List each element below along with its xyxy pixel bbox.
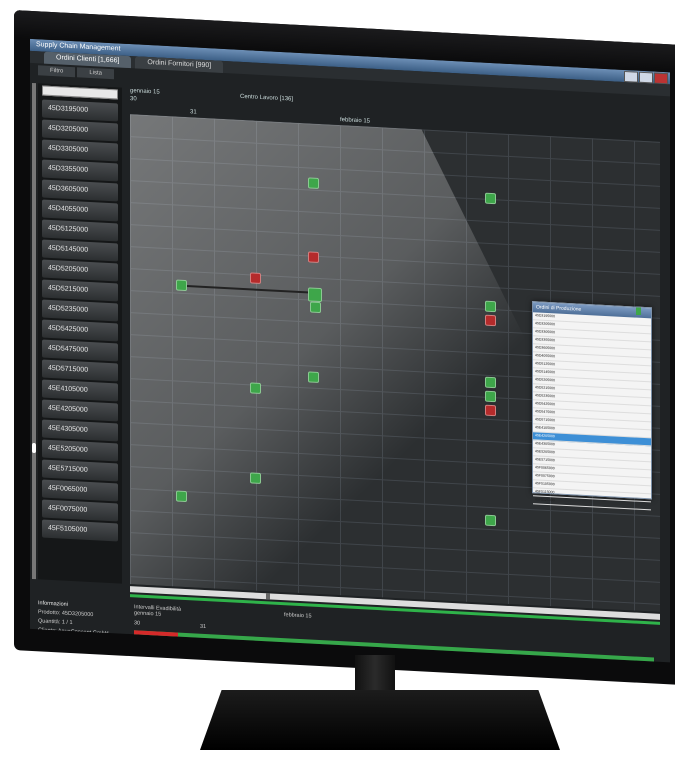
order-marker[interactable]	[485, 314, 496, 327]
maximize-icon[interactable]	[639, 71, 653, 84]
minimize-icon[interactable]	[624, 70, 638, 83]
sidebar-item[interactable]: 45D5425000	[42, 319, 118, 342]
order-marker[interactable]	[308, 287, 322, 303]
orders-popup[interactable]: Ordini di Produzione 45D3195000 45D320500…	[532, 301, 652, 511]
monitor-stand-base	[200, 690, 560, 750]
unavailable-segment	[134, 630, 178, 639]
subtab-filtro[interactable]: Filtro	[38, 65, 76, 78]
order-marker[interactable]	[485, 376, 496, 389]
order-marker[interactable]	[485, 390, 496, 403]
scroll-thumb[interactable]	[266, 593, 270, 600]
monitor-frame: Supply Chain Management Ordini Clienti […	[14, 10, 675, 686]
order-marker[interactable]	[485, 300, 496, 313]
order-marker[interactable]	[485, 514, 496, 527]
order-marker[interactable]	[308, 251, 319, 263]
chart-day-1: 30	[130, 96, 137, 103]
search-input[interactable]	[42, 85, 118, 100]
sidebar-item[interactable]: 45E4105000	[42, 379, 118, 402]
product-list: 45D3195000 45D3205000 45D3305000 45D3355000…	[38, 83, 122, 584]
order-marker[interactable]	[250, 472, 261, 484]
sidebar-item[interactable]: 45D4055000	[42, 199, 118, 222]
sidebar-item[interactable]: 45D5145000	[42, 239, 118, 262]
sidebar-item[interactable]: 45E5715000	[42, 459, 118, 482]
vertical-scrollbar[interactable]	[32, 82, 36, 580]
scroll-thumb[interactable]	[32, 442, 36, 454]
sidebar-item[interactable]: 45D5205000	[42, 259, 118, 282]
order-marker[interactable]	[485, 404, 496, 417]
availability-day-1: 30	[134, 620, 141, 627]
order-marker[interactable]	[308, 371, 319, 383]
availability-first-date: Data Prima Evadibilità: 20/01/2015	[134, 640, 219, 651]
sidebar-item[interactable]: 45D3605000	[42, 179, 118, 202]
sidebar-item[interactable]: 45D5235000	[42, 299, 118, 322]
sidebar-item[interactable]: 45D5475000	[42, 339, 118, 362]
sidebar-item[interactable]: 45E4305000	[42, 419, 118, 442]
chart-month-1: gennaio 15	[130, 88, 160, 96]
chart-center-label: Centro Lavoro [136]	[240, 93, 294, 103]
sidebar-item[interactable]: 45D3195000	[42, 99, 118, 122]
sidebar-item[interactable]: 45D3355000	[42, 159, 118, 182]
info-panel: Informazioni Prodotto: 45D3205000 Quanti…	[38, 599, 128, 658]
order-marker[interactable]	[176, 279, 187, 292]
sidebar-item[interactable]: 45D5715000	[42, 359, 118, 382]
sub-tabs: Filtro Lista	[38, 65, 115, 80]
availability-day-2: 31	[200, 623, 207, 631]
sidebar-item[interactable]: 45F5105000	[42, 519, 118, 542]
sidebar-item[interactable]: 45D3305000	[42, 139, 118, 162]
order-marker[interactable]	[308, 177, 319, 189]
app-window: Supply Chain Management Ordini Clienti […	[30, 38, 670, 663]
sidebar-item[interactable]: 45D3205000	[42, 119, 118, 142]
info-data: Data: 02/02/2015	[38, 636, 81, 645]
info-riga: Riga Ordine: 2015-460-29	[38, 645, 102, 655]
chart-month-2: febbraio 15	[340, 117, 371, 125]
sidebar-item[interactable]: 45D5215000	[42, 279, 118, 302]
order-marker[interactable]	[485, 192, 496, 205]
sidebar-item[interactable]: 45E5205000	[42, 439, 118, 462]
order-marker[interactable]	[250, 382, 261, 394]
chart-day-2: 31	[190, 109, 197, 116]
sidebar-item[interactable]: 45D5125000	[42, 219, 118, 242]
sidebar-item[interactable]: 45E4205000	[42, 399, 118, 422]
subtab-lista[interactable]: Lista	[77, 67, 115, 80]
order-marker[interactable]	[310, 301, 321, 314]
order-marker[interactable]	[250, 272, 261, 284]
order-marker[interactable]	[176, 490, 187, 503]
close-icon[interactable]	[654, 72, 668, 85]
sidebar-item[interactable]: 45F0075000	[42, 499, 118, 522]
popup-status-bar	[636, 307, 641, 315]
sidebar-item[interactable]: 45F0065000	[42, 479, 118, 502]
